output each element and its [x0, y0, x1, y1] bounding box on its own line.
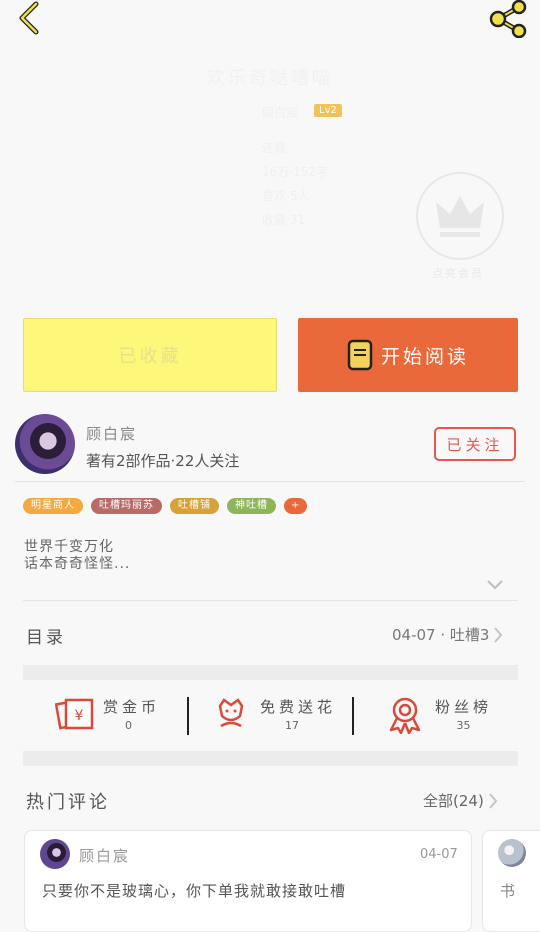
stat-value: 35	[456, 719, 471, 732]
all-comments-link[interactable]: 全部(24)	[423, 790, 498, 811]
stat-value: 17	[285, 719, 299, 732]
header-author: 顾白宸	[262, 106, 299, 120]
likes-text: 喜欢·5人	[262, 189, 310, 203]
tag-item[interactable]: 明星商人	[23, 498, 83, 514]
chevron-left-icon	[19, 1, 39, 35]
medal-icon	[389, 697, 421, 734]
divider	[15, 481, 525, 482]
reward-coins-button[interactable]: ¥ 赏金币 0	[55, 696, 160, 736]
author-name[interactable]: 顾白宸	[86, 423, 137, 444]
tag-list: 明星商人 吐槽玛丽苏 吐槽铺 神吐槽 +	[23, 498, 308, 514]
comment-text: 只要你不是玻璃心，你下单我就敢接敢吐槽	[42, 882, 347, 900]
start-reading-label: 开始阅读	[380, 345, 469, 368]
stat-title: 免费送花	[260, 698, 337, 716]
fan-ranking-button[interactable]: 粉丝榜 35	[387, 696, 492, 736]
comment-date: 04-07	[420, 847, 458, 862]
back-button[interactable]	[14, 0, 44, 36]
divider	[23, 600, 518, 601]
intro-line: 世界千变万化	[24, 539, 114, 555]
word-count-text: 16万·152字	[262, 165, 328, 179]
author-summary: 著有2部作品·22人关注	[86, 452, 240, 470]
commenter-avatar[interactable]	[498, 839, 526, 867]
hot-comments-title: 热门评论	[26, 792, 110, 813]
add-tag-button[interactable]: +	[284, 498, 308, 514]
tag-item[interactable]: 神吐槽	[227, 498, 276, 514]
svg-text:¥: ¥	[75, 708, 84, 724]
section-separator	[23, 665, 518, 680]
share-icon	[489, 0, 527, 39]
stat-title: 赏金币	[103, 698, 161, 716]
commenter-avatar[interactable]	[40, 839, 70, 869]
status-text: 连载	[262, 141, 287, 155]
tag-item[interactable]: 吐槽玛丽苏	[91, 498, 162, 514]
commenter-name[interactable]: 顾白宸	[79, 845, 130, 866]
book-title: 欢乐奇哒嘈喵	[207, 68, 333, 89]
intro-line: 话本奇奇怪怪...	[24, 556, 131, 572]
chevron-right-icon	[489, 792, 498, 809]
toc-latest: 04-07 · 吐槽3	[392, 626, 490, 644]
stat-divider	[352, 697, 354, 735]
red-envelope-icon: ¥	[55, 698, 94, 730]
flower-icon	[218, 698, 244, 728]
level-badge: Lv2	[314, 104, 342, 117]
stat-divider	[187, 697, 189, 735]
book-intro: 世界千变万化 话本奇奇怪怪...	[24, 539, 130, 573]
stat-title: 粉丝榜	[435, 698, 493, 716]
vip-button[interactable]	[416, 172, 504, 260]
send-flowers-button[interactable]: 免费送花 17	[214, 696, 336, 736]
comment-text: 书	[500, 882, 516, 900]
all-comments-label: 全部(24)	[423, 792, 484, 810]
author-avatar[interactable]	[15, 414, 75, 474]
toc-info[interactable]: 04-07 · 吐槽3	[392, 624, 503, 645]
start-reading-button[interactable]: 开始阅读	[298, 318, 518, 392]
toc-label[interactable]: 目录	[26, 623, 66, 648]
tag-item[interactable]: 吐槽铺	[170, 498, 219, 514]
vip-label: 点亮会员	[432, 267, 484, 280]
share-button[interactable]	[488, 0, 530, 39]
chevron-down-icon[interactable]	[487, 580, 503, 590]
collections-text: 收藏·31	[262, 213, 306, 227]
collect-button[interactable]: 已收藏	[23, 318, 277, 392]
collect-label: 已收藏	[118, 346, 182, 367]
stat-value: 0	[125, 719, 132, 732]
chevron-right-icon	[494, 626, 503, 643]
follow-button[interactable]: 已关注	[434, 427, 516, 461]
section-separator	[23, 751, 518, 766]
crown-icon	[436, 196, 484, 237]
follow-label: 已关注	[446, 435, 504, 454]
book-icon	[347, 339, 373, 371]
